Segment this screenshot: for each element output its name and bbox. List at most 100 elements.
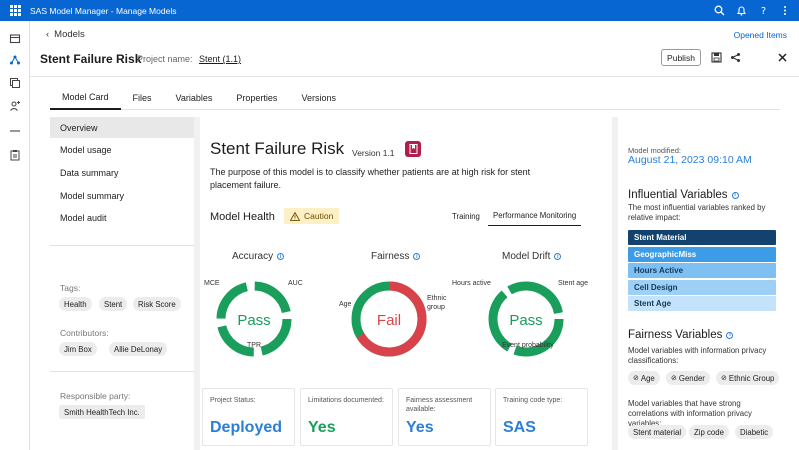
model-title: Stent Failure Risk bbox=[210, 139, 345, 158]
model-modified-date: August 21, 2023 09:10 AM bbox=[628, 154, 752, 166]
share-icon[interactable] bbox=[729, 51, 742, 64]
nav-item-model-audit[interactable]: Model audit bbox=[50, 207, 194, 228]
info-icon[interactable]: i bbox=[731, 191, 739, 199]
nav-item-overview[interactable]: Overview bbox=[50, 117, 194, 138]
tag-chip[interactable]: Risk Score bbox=[133, 297, 181, 311]
nav-item-model-summary[interactable]: Model summary bbox=[50, 185, 194, 206]
tab-variables[interactable]: Variables bbox=[164, 85, 225, 110]
training-code-card: Training code type: SAS bbox=[495, 388, 588, 446]
help-icon[interactable]: ? bbox=[757, 5, 769, 17]
projects-icon[interactable] bbox=[8, 76, 22, 90]
section-title-text: Fairness Variables bbox=[628, 329, 723, 341]
main-area: ‹ Models Opened Items Stent Failure Risk… bbox=[30, 21, 799, 450]
model-version: Version 1.1 bbox=[352, 148, 395, 158]
gauge-label-tpr: TPR bbox=[247, 342, 261, 349]
bookmark-icon[interactable] bbox=[405, 141, 421, 157]
tab-performance-monitoring[interactable]: Performance Monitoring bbox=[488, 206, 582, 226]
model-tabs: Model Card Files Variables Properties Ve… bbox=[50, 85, 780, 110]
influential-var-bar[interactable]: Stent Age bbox=[628, 296, 776, 311]
project-name-link[interactable]: Stent (1.1) bbox=[199, 54, 241, 64]
correlation-var-chip[interactable]: Zip code bbox=[689, 425, 729, 439]
contributor-chip[interactable]: Jim Box bbox=[59, 342, 97, 356]
fairness-variables-title: Fairness Variables i bbox=[628, 329, 734, 341]
fairness-assessment-card: Fairness assessment available: Yes bbox=[398, 388, 491, 446]
tab-files[interactable]: Files bbox=[121, 85, 164, 110]
accuracy-status: Pass bbox=[237, 312, 270, 329]
chevron-left-icon: ‹ bbox=[46, 29, 50, 40]
chip-label: Gender bbox=[678, 373, 705, 383]
card-label: Project Status: bbox=[210, 397, 256, 404]
back-to-models-link[interactable]: ‹ Models bbox=[46, 29, 85, 40]
influential-variables-title: Influential Variables i bbox=[628, 189, 739, 201]
publish-button[interactable]: Publish bbox=[661, 49, 701, 66]
model-card-nav: Overview Model usage Data summary Model … bbox=[50, 117, 194, 450]
model-purpose: The purpose of this model is to classify… bbox=[210, 167, 531, 190]
back-label: Models bbox=[54, 29, 85, 40]
gauge-label-auc: AUC bbox=[288, 280, 303, 287]
model-drift-status: Pass bbox=[509, 312, 542, 329]
gauge-label-stent-age: Stent age bbox=[558, 280, 588, 287]
card-label: Limitations documented: bbox=[308, 397, 384, 404]
card-label: Fairness assessment available: bbox=[406, 397, 473, 413]
model-health-title: Model Health bbox=[210, 211, 275, 223]
chip-label: Ethnic Group bbox=[728, 373, 775, 383]
tab-training[interactable]: Training bbox=[452, 206, 480, 226]
gauge-label-age: Age bbox=[339, 301, 352, 308]
models-icon[interactable] bbox=[8, 53, 22, 67]
tag-chip[interactable]: Health bbox=[59, 297, 92, 311]
divider-icon bbox=[8, 124, 22, 138]
limitations-card: Limitations documented: Yes bbox=[300, 388, 393, 446]
correlation-var-chip[interactable]: Diabetic bbox=[735, 425, 774, 439]
gauge-label-hours-active: Hours active bbox=[452, 280, 491, 287]
app-grid-icon[interactable] bbox=[0, 0, 30, 21]
responsible-party-label: Responsible party: bbox=[60, 391, 131, 401]
gauge-label-mce: MCE bbox=[204, 280, 220, 287]
svg-text:?: ? bbox=[760, 6, 765, 16]
app-top-bar: SAS Model Manager - Manage Models ? bbox=[0, 0, 799, 21]
tag-chip[interactable]: Stent bbox=[99, 297, 128, 311]
nav-item-model-usage[interactable]: Model usage bbox=[50, 139, 194, 160]
nav-item-data-summary[interactable]: Data summary bbox=[50, 162, 194, 183]
fairness-var-chip[interactable]: ⊘ Age bbox=[628, 371, 660, 385]
tag-icon: ⊘ bbox=[633, 375, 639, 382]
fairness-variables-desc: Model variables with information privacy… bbox=[628, 346, 767, 365]
responsible-party-chip[interactable]: Smith HealthTech Inc. bbox=[59, 405, 145, 419]
save-icon[interactable] bbox=[710, 51, 723, 64]
caution-label: Caution bbox=[304, 211, 334, 221]
fairness-var-chip[interactable]: ⊘ Ethnic Group bbox=[716, 371, 780, 385]
clipboard-icon[interactable] bbox=[8, 148, 22, 162]
model-card-panel: Overview Model usage Data summary Model … bbox=[50, 117, 780, 450]
bell-icon[interactable] bbox=[735, 5, 747, 17]
header-divider bbox=[30, 76, 799, 77]
opened-items-link[interactable]: Opened Items bbox=[734, 30, 787, 40]
warning-icon bbox=[290, 211, 300, 221]
info-icon[interactable]: i bbox=[726, 331, 734, 339]
influential-var-bar[interactable]: Stent Material bbox=[628, 230, 776, 245]
tab-model-card[interactable]: Model Card bbox=[50, 85, 121, 110]
tab-versions[interactable]: Versions bbox=[289, 85, 348, 110]
search-icon[interactable] bbox=[713, 5, 725, 17]
tag-icon: ⊘ bbox=[721, 375, 727, 382]
nav-divider bbox=[50, 371, 194, 372]
contributor-chip[interactable]: Allie DeLonay bbox=[109, 342, 168, 356]
correlation-var-chip[interactable]: Stent material bbox=[628, 425, 687, 439]
fairness-var-chip[interactable]: ⊘ Gender bbox=[666, 371, 710, 385]
influential-var-bar[interactable]: GeographicMiss bbox=[628, 247, 776, 262]
fairness-status: Fail bbox=[377, 312, 401, 329]
card-value: SAS bbox=[503, 419, 536, 436]
fairness-gauge[interactable]: Fail bbox=[351, 281, 427, 357]
close-icon[interactable] bbox=[776, 51, 789, 64]
section-title-text: Influential Variables bbox=[628, 189, 728, 201]
project-name-label: Project name: bbox=[137, 54, 193, 64]
influential-var-bar[interactable]: Cell Design bbox=[628, 280, 776, 295]
health-gauges: Pass Fail Pass bbox=[216, 281, 564, 357]
influential-var-bar[interactable]: Hours Active bbox=[628, 263, 776, 278]
tags-label: Tags: bbox=[60, 283, 81, 293]
home-icon[interactable] bbox=[8, 31, 22, 45]
influential-variables-desc: The most influential variables ranked by… bbox=[628, 203, 766, 222]
users-icon[interactable] bbox=[8, 99, 22, 113]
more-options-icon[interactable] bbox=[779, 5, 791, 17]
tab-properties[interactable]: Properties bbox=[224, 85, 289, 110]
nav-divider bbox=[50, 245, 194, 246]
card-value: Yes bbox=[308, 419, 336, 436]
